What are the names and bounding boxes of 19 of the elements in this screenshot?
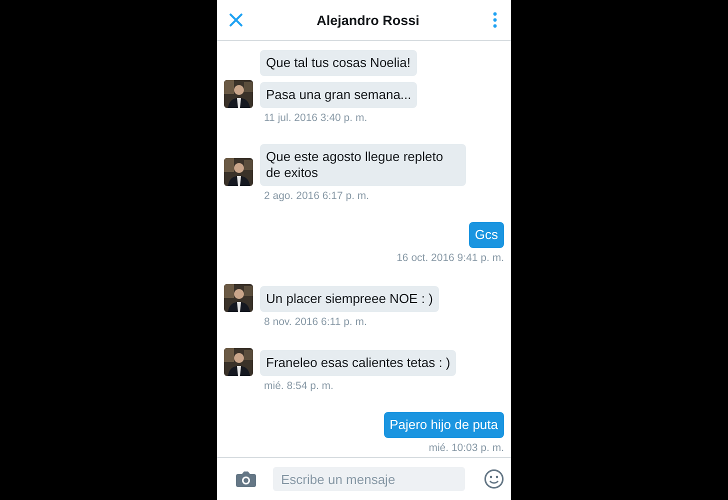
message-input-field[interactable]: Escribe un mensaje [273,467,465,491]
message-bubble: Franeleo esas calientes tetas : ) [260,350,456,376]
conversation-title: Alejandro Rossi [316,12,420,28]
message-bubble: Que este agosto llegue repleto de exitos [260,144,466,186]
message-timestamp: 8 nov. 2016 6:11 p. m. [264,316,367,328]
message-timestamp: mié. 8:54 p. m. [264,380,334,392]
message-timestamp: 2 ago. 2016 6:17 p. m. [264,190,370,202]
message-timestamp: 11 jul. 2016 3:40 p. m. [264,112,368,124]
emoji-icon[interactable] [484,469,504,489]
camera-icon[interactable] [236,471,256,487]
message-bubble: Pasa una gran semana... [260,82,418,108]
message-bubble: Gcs [468,222,504,248]
message-bubble: Un placer siempreee NOE : ) [260,286,439,312]
message-bubble: Pajero hijo de puta [384,412,504,438]
message-bubble: Que tal tus cosas Noelia! [260,50,417,76]
message-timestamp: mié. 10:03 p. m. [428,442,504,454]
close-icon[interactable] [229,13,243,27]
message-timestamp: 16 oct. 2016 9:41 p. m. [396,252,504,264]
more-options-icon[interactable] [493,12,497,28]
